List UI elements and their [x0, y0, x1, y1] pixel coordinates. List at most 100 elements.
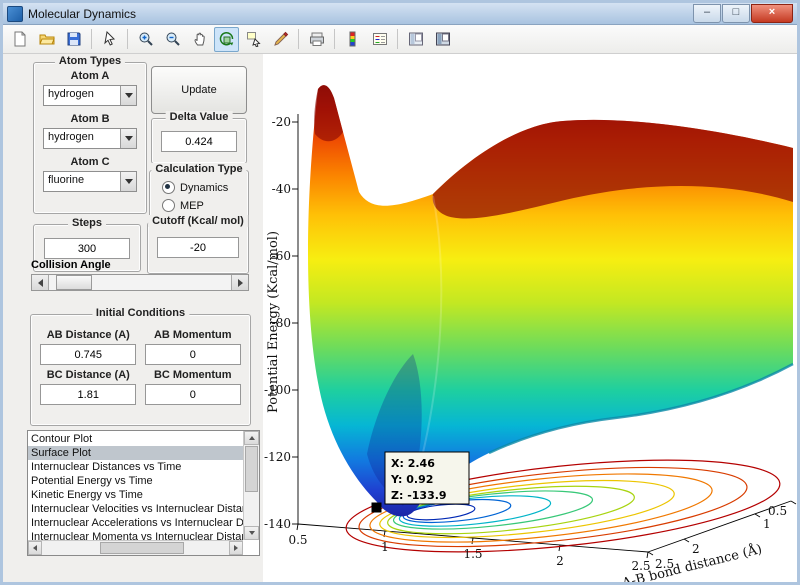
plottools-hide-icon: [408, 31, 424, 47]
insert-legend-button[interactable]: [367, 27, 392, 52]
cutoff-field[interactable]: [157, 237, 239, 258]
steps-field[interactable]: [44, 238, 130, 259]
initial-conditions-group: Initial Conditions AB Distance (A) AB Mo…: [30, 314, 251, 426]
collision-angle-slider[interactable]: [31, 274, 249, 291]
collision-angle-label: Collision Angle: [31, 259, 111, 271]
print-button[interactable]: [304, 27, 329, 52]
insert-colorbar-button[interactable]: [340, 27, 365, 52]
scroll-right-icon[interactable]: [229, 541, 243, 555]
list-item-selected[interactable]: Surface Plot: [28, 446, 243, 460]
edit-plot-button[interactable]: [97, 27, 122, 52]
figure-area: Atom Types Atom A hydrogen Atom B hydrog…: [3, 54, 797, 583]
mep-label: MEP: [180, 200, 204, 212]
atom-a-dropdown[interactable]: hydrogen: [43, 85, 137, 106]
list-item[interactable]: Internuclear Momenta vs Internuclear Dis…: [28, 530, 243, 540]
calculation-type-title: Calculation Type: [151, 163, 246, 175]
atom-b-dropdown[interactable]: hydrogen: [43, 128, 137, 149]
atom-c-label: Atom C: [34, 156, 146, 168]
save-icon: [66, 31, 82, 47]
atom-c-dropdown[interactable]: fluorine: [43, 171, 137, 192]
list-item[interactable]: Contour Plot: [28, 432, 243, 446]
rotate-3d-button[interactable]: [214, 27, 239, 52]
horizontal-scroll-thumb[interactable]: [100, 542, 184, 554]
printer-icon: [309, 31, 325, 47]
maximize-button[interactable]: □: [722, 4, 750, 23]
titlebar[interactable]: Molecular Dynamics – □ ×: [3, 3, 797, 25]
toolbar-separator: [298, 29, 299, 49]
datatip[interactable]: X: 2.46 Y: 0.92 Z: -133.9: [372, 452, 469, 512]
atom-types-group: Atom Types Atom A hydrogen Atom B hydrog…: [33, 62, 147, 214]
radio-unselected-icon[interactable]: [162, 199, 175, 212]
new-file-icon: [12, 31, 28, 47]
datatip-marker[interactable]: [372, 503, 381, 512]
data-cursor-icon: [246, 31, 262, 47]
chevron-down-icon[interactable]: [120, 86, 136, 105]
new-file-button[interactable]: [7, 27, 32, 52]
vertical-scrollbar[interactable]: [243, 431, 259, 540]
slider-left-arrow-icon[interactable]: [32, 275, 49, 290]
list-item[interactable]: Internuclear Accelerations vs Internucle…: [28, 516, 243, 530]
app-window: Molecular Dynamics – □ × Atom Types: [0, 0, 800, 585]
atom-c-value: fluorine: [48, 174, 84, 186]
pointer-icon: [102, 31, 118, 47]
bc-momentum-field[interactable]: [145, 384, 241, 405]
colorbar-icon: [345, 31, 361, 47]
slider-thumb[interactable]: [56, 275, 92, 290]
hand-icon: [192, 31, 208, 47]
zoom-in-button[interactable]: [133, 27, 158, 52]
save-button[interactable]: [61, 27, 86, 52]
zoom-in-icon: [138, 31, 154, 47]
atom-types-title: Atom Types: [55, 55, 125, 67]
bc-distance-label: BC Distance (A): [39, 369, 138, 381]
ab-distance-field[interactable]: [40, 344, 136, 365]
mep-option[interactable]: MEP: [162, 199, 248, 212]
slider-right-arrow-icon[interactable]: [231, 275, 248, 290]
zoom-out-button[interactable]: [160, 27, 185, 52]
svg-text:2: 2: [556, 554, 564, 568]
radio-selected-icon[interactable]: [162, 181, 175, 194]
listbox-items: Contour Plot Surface Plot Internuclear D…: [28, 432, 243, 540]
list-item[interactable]: Internuclear Velocities vs Internuclear …: [28, 502, 243, 516]
svg-text:0.5: 0.5: [288, 533, 307, 547]
dynamics-label: Dynamics: [180, 182, 228, 194]
open-file-button[interactable]: [34, 27, 59, 52]
scroll-left-icon[interactable]: [28, 541, 42, 555]
svg-text:-20: -20: [272, 115, 291, 129]
horizontal-scrollbar[interactable]: [28, 540, 243, 555]
vertical-scroll-thumb[interactable]: [245, 446, 258, 492]
chevron-down-icon[interactable]: [120, 129, 136, 148]
svg-text:-140: -140: [264, 517, 291, 531]
cutoff-title: Cutoff (Kcal/ mol): [148, 215, 248, 227]
plottools-hide-button[interactable]: [403, 27, 428, 52]
ab-momentum-label: AB Momentum: [144, 329, 243, 341]
cutoff-group: Cutoff (Kcal/ mol): [147, 222, 249, 274]
svg-text:-40: -40: [272, 182, 291, 196]
close-button[interactable]: ×: [751, 4, 793, 23]
ab-momentum-field[interactable]: [145, 344, 241, 365]
plottools-show-button[interactable]: [430, 27, 455, 52]
chevron-down-icon[interactable]: [120, 172, 136, 191]
svg-text:1: 1: [381, 540, 389, 554]
toolbar-separator: [91, 29, 92, 49]
dynamics-option[interactable]: Dynamics: [162, 181, 248, 194]
pan-button[interactable]: [187, 27, 212, 52]
legend-icon: [372, 31, 388, 47]
window-title: Molecular Dynamics: [28, 7, 693, 21]
update-button[interactable]: Update: [151, 66, 247, 114]
scroll-up-icon[interactable]: [244, 431, 259, 445]
list-item[interactable]: Internuclear Distances vs Time: [28, 460, 243, 474]
scroll-down-icon[interactable]: [244, 526, 259, 540]
minimize-button[interactable]: –: [693, 4, 721, 23]
bc-distance-field[interactable]: [40, 384, 136, 405]
brush-button[interactable]: [268, 27, 293, 52]
plot-type-listbox[interactable]: Contour Plot Surface Plot Internuclear D…: [27, 430, 260, 556]
delta-value-group: Delta Value: [151, 118, 247, 164]
steps-title: Steps: [68, 217, 106, 229]
data-cursor-button[interactable]: [241, 27, 266, 52]
list-item[interactable]: Potential Energy vs Time: [28, 474, 243, 488]
ab-distance-label: AB Distance (A): [39, 329, 138, 341]
delta-value-field[interactable]: [161, 131, 237, 152]
svg-text:2: 2: [692, 542, 700, 556]
list-item[interactable]: Kinetic Energy vs Time: [28, 488, 243, 502]
plot-canvas[interactable]: -20 -40 -60 -80 -100 -120 -140 0.5 1 1.5…: [263, 54, 797, 583]
